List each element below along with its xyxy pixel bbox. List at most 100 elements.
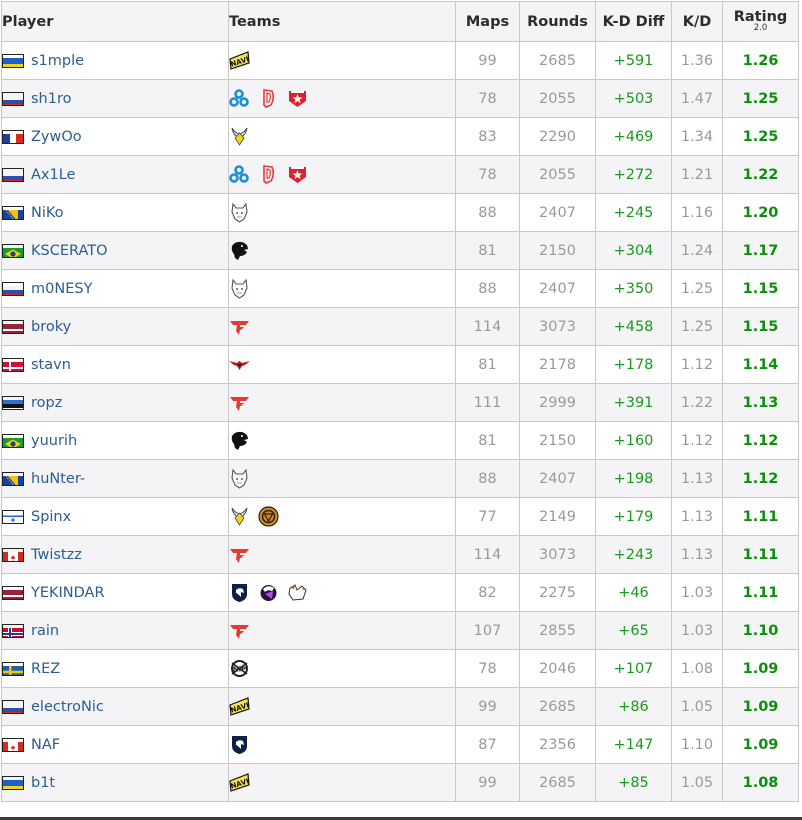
team-logo-liquid-icon[interactable] <box>229 734 250 755</box>
kd-cell: 1.22 <box>671 383 723 422</box>
player-link[interactable]: electroNic <box>31 699 104 715</box>
player-link[interactable]: NAF <box>31 737 60 753</box>
player-link[interactable]: b1t <box>31 775 55 791</box>
team-logo-heroic-icon[interactable] <box>229 354 250 375</box>
rating-cell: 1.17 <box>722 231 799 270</box>
rating-cell: 1.22 <box>722 155 799 194</box>
team-logo-ence-icon[interactable] <box>258 506 279 527</box>
table-row: Ax1Le 78 2055 +272 1.21 1.22 <box>1 155 799 194</box>
russia-flag-icon <box>2 281 24 296</box>
team-logo-outsiders-icon[interactable] <box>258 582 279 603</box>
player-link[interactable]: m0NESY <box>31 281 92 297</box>
player-link[interactable]: YEKINDAR <box>31 585 105 601</box>
rounds-cell: 2855 <box>519 611 596 650</box>
team-logo-natus-vincere-icon[interactable]: NAVI <box>229 50 250 71</box>
column-header-rounds[interactable]: Rounds <box>519 1 596 42</box>
svg-text:NiP: NiP <box>233 666 246 674</box>
team-logo-g2-icon[interactable] <box>229 202 250 223</box>
team-logo-faze-icon[interactable] <box>229 620 250 641</box>
player-link[interactable]: KSCERATO <box>31 243 108 259</box>
player-link[interactable]: rain <box>31 623 59 639</box>
teams-cell: NAVI <box>228 763 456 802</box>
player-link[interactable]: broky <box>31 319 71 335</box>
teams-cell <box>228 497 456 536</box>
teams-cell <box>228 79 456 118</box>
team-logo-furia-icon[interactable] <box>229 430 250 451</box>
team-logo-liquid-icon[interactable] <box>229 582 250 603</box>
team-logo-vitality-icon[interactable] <box>229 126 250 147</box>
team-logo-gambit-icon[interactable] <box>287 164 308 185</box>
maps-cell: 78 <box>455 649 520 688</box>
player-cell: m0NESY <box>1 269 229 308</box>
maps-cell: 114 <box>455 307 520 346</box>
player-link[interactable]: huNter- <box>31 471 85 487</box>
rounds-cell: 2407 <box>519 269 596 308</box>
team-logo-g2-icon[interactable] <box>229 278 250 299</box>
maps-cell: 99 <box>455 687 520 726</box>
team-logo-dignitas-icon[interactable] <box>258 164 279 185</box>
rating-cell: 1.08 <box>722 763 799 802</box>
teams-cell <box>228 307 456 346</box>
table-row: NAF 87 2356 +147 1.10 1.09 <box>1 725 799 764</box>
column-header-kd-diff[interactable]: K-D Diff <box>595 1 672 42</box>
team-logo-natus-vincere-icon[interactable]: NAVI <box>229 696 250 717</box>
maps-cell: 81 <box>455 421 520 460</box>
player-link[interactable]: REZ <box>31 661 60 677</box>
france-flag-icon <box>2 129 24 144</box>
teams-cell <box>228 421 456 460</box>
kd-cell: 1.47 <box>671 79 723 118</box>
player-link[interactable]: yuurih <box>31 433 77 449</box>
table-row: REZ NiP 78 2046 +107 1.08 1.09 <box>1 649 799 688</box>
column-header-rating[interactable]: Rating 2.0 <box>722 1 799 42</box>
maps-cell: 81 <box>455 231 520 270</box>
kd-diff-cell: +243 <box>595 535 672 574</box>
kd-diff-cell: +272 <box>595 155 672 194</box>
team-logo-cloud9-icon[interactable] <box>229 88 250 109</box>
player-link[interactable]: s1mple <box>31 53 84 69</box>
player-link[interactable]: NiKo <box>31 205 64 221</box>
player-link[interactable]: Spinx <box>31 509 71 525</box>
team-logo-faze-icon[interactable] <box>229 392 250 413</box>
team-logo-dignitas-icon[interactable] <box>258 88 279 109</box>
teams-cell <box>228 383 456 422</box>
column-header-player[interactable]: Player <box>1 1 229 42</box>
kd-cell: 1.13 <box>671 497 723 536</box>
kd-diff-cell: +160 <box>595 421 672 460</box>
teams-cell: NAVI <box>228 687 456 726</box>
team-logo-natus-vincere-icon[interactable]: NAVI <box>229 772 250 793</box>
player-cell: REZ <box>1 649 229 688</box>
team-logo-vitality-icon[interactable] <box>229 506 250 527</box>
teams-cell <box>228 345 456 384</box>
team-logo-virtus-pro-icon[interactable] <box>287 582 308 603</box>
player-link[interactable]: ZywOo <box>31 129 82 145</box>
column-header-maps[interactable]: Maps <box>455 1 520 42</box>
team-logo-faze-icon[interactable] <box>229 316 250 337</box>
rating-cell: 1.26 <box>722 41 799 80</box>
team-logo-furia-icon[interactable] <box>229 240 250 261</box>
rating-cell: 1.09 <box>722 649 799 688</box>
kd-diff-cell: +350 <box>595 269 672 308</box>
player-link[interactable]: stavn <box>31 357 71 373</box>
player-link[interactable]: Twistzz <box>31 547 82 563</box>
rounds-cell: 2055 <box>519 79 596 118</box>
kd-cell: 1.16 <box>671 193 723 232</box>
player-cell: sh1ro <box>1 79 229 118</box>
player-link[interactable]: sh1ro <box>31 91 71 107</box>
player-link[interactable]: Ax1Le <box>31 167 75 183</box>
team-logo-cloud9-icon[interactable] <box>229 164 250 185</box>
rounds-cell: 2178 <box>519 345 596 384</box>
player-cell: broky <box>1 307 229 346</box>
team-logo-g2-icon[interactable] <box>229 468 250 489</box>
player-link[interactable]: ropz <box>31 395 62 411</box>
table-row: s1mple NAVI 99 2685 +591 1.36 1.26 <box>1 41 799 80</box>
sweden-flag-icon <box>2 661 24 676</box>
teams-cell <box>228 573 456 612</box>
team-logo-faze-icon[interactable] <box>229 544 250 565</box>
team-logo-gambit-icon[interactable] <box>287 88 308 109</box>
kd-diff-cell: +107 <box>595 649 672 688</box>
column-header-teams[interactable]: Teams <box>228 1 456 42</box>
maps-cell: 78 <box>455 79 520 118</box>
kd-cell: 1.12 <box>671 345 723 384</box>
column-header-kd[interactable]: K/D <box>671 1 723 42</box>
team-logo-nip-icon[interactable]: NiP <box>229 658 250 679</box>
